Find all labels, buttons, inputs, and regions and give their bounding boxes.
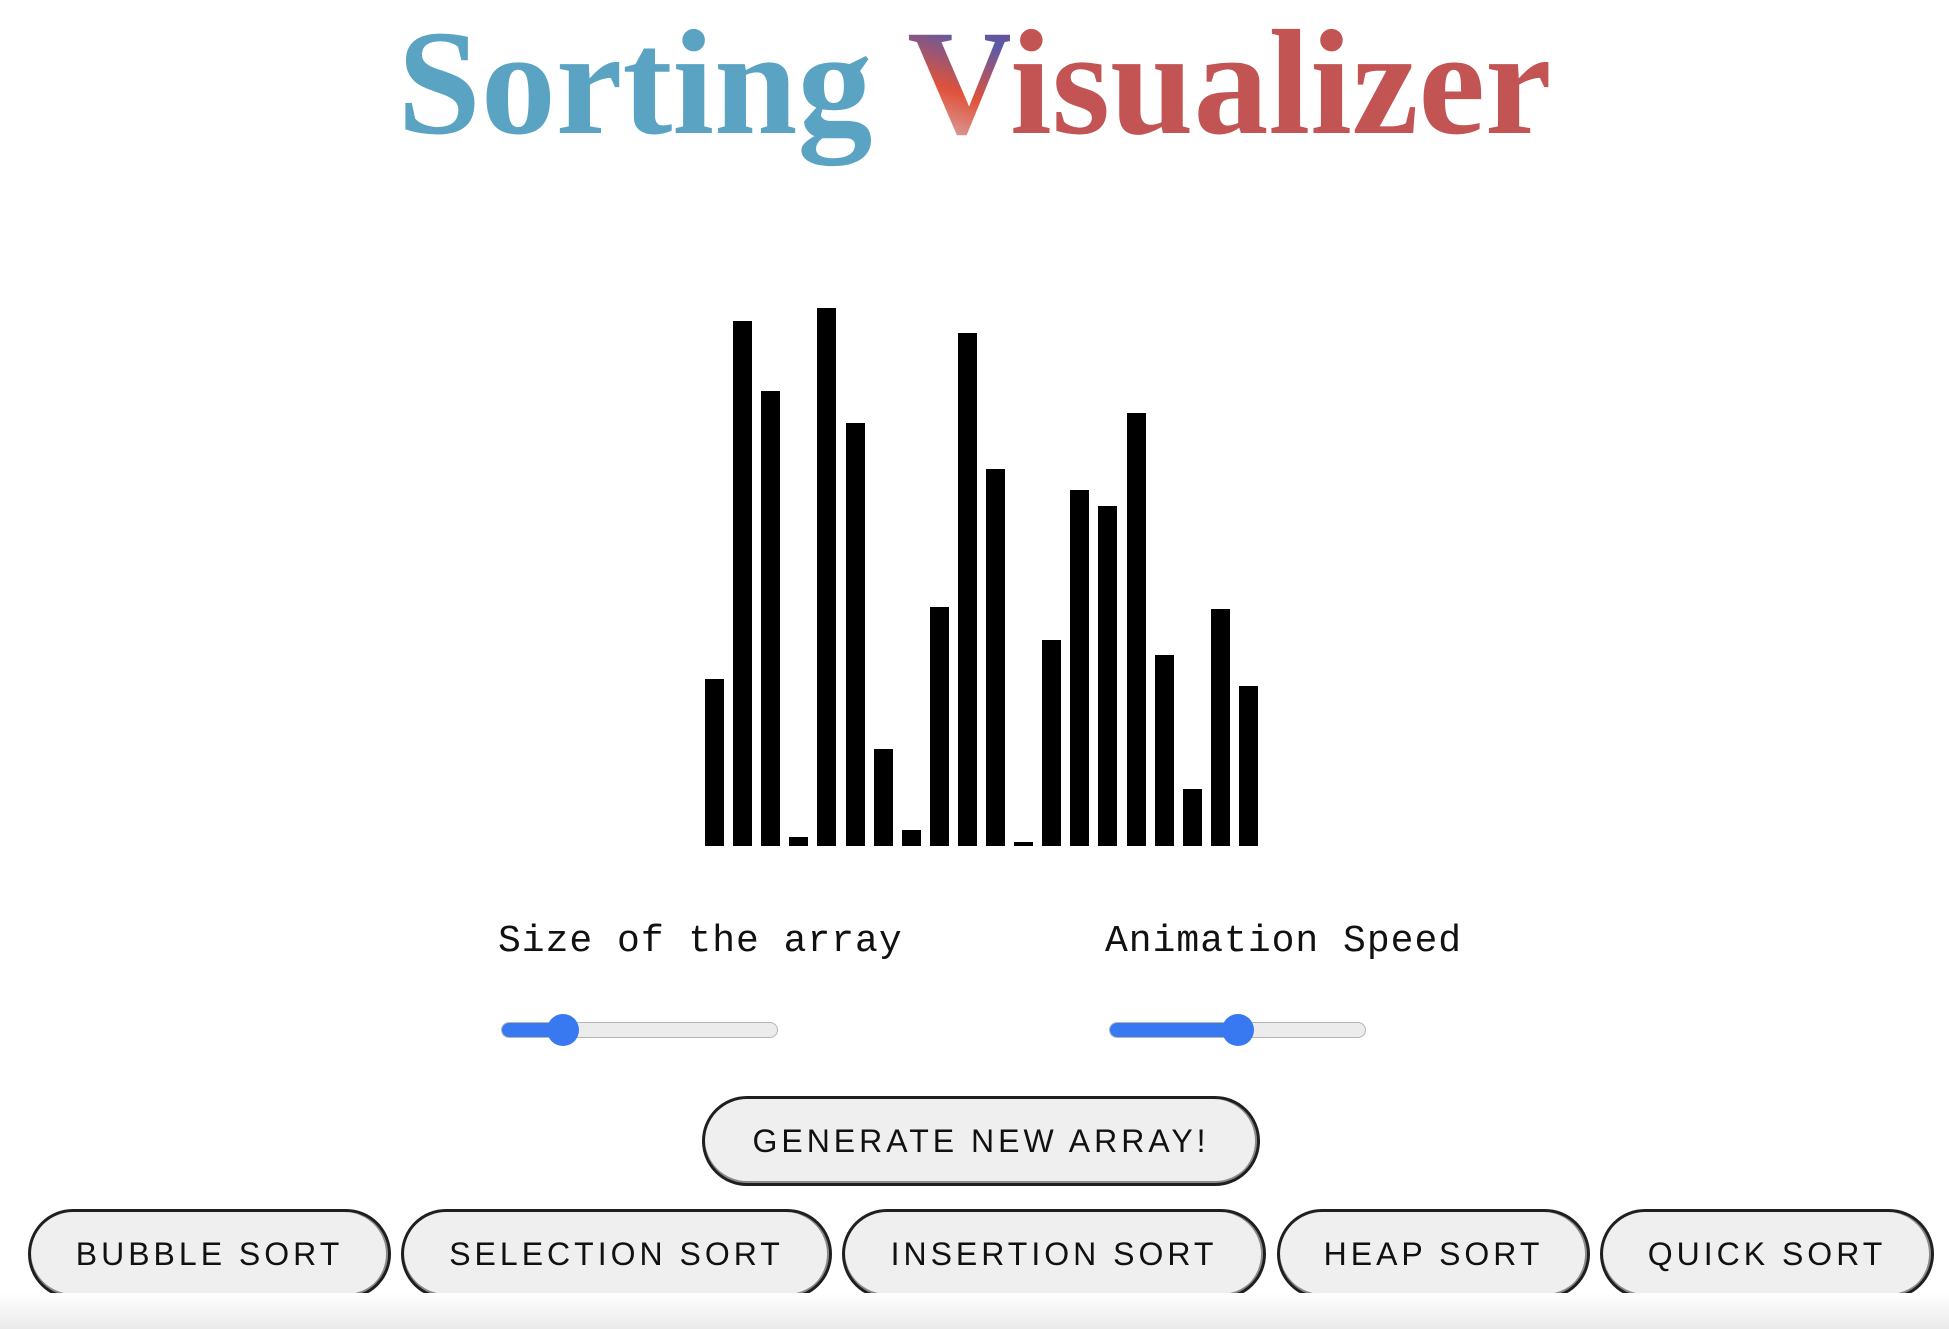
array-bar bbox=[1182, 789, 1202, 846]
array-bar bbox=[705, 679, 724, 846]
array-size-label: Size of the array bbox=[498, 920, 903, 963]
array-bar bbox=[845, 423, 865, 846]
array-bar bbox=[1042, 640, 1062, 846]
array-bar bbox=[929, 607, 949, 846]
array-bar bbox=[986, 469, 1005, 846]
array-size-slider-thumb[interactable] bbox=[546, 1014, 579, 1046]
heap-sort-button[interactable]: HEAP SORT bbox=[1277, 1209, 1590, 1299]
title-word-sorting: Sorting bbox=[397, 0, 873, 166]
animation-speed-slider-fill bbox=[1110, 1023, 1238, 1037]
animation-speed-slider[interactable] bbox=[1109, 1014, 1366, 1046]
array-bar bbox=[789, 837, 809, 846]
array-bar bbox=[761, 391, 781, 846]
selection-sort-button[interactable]: SELECTION SORT bbox=[401, 1209, 832, 1299]
bubble-sort-button[interactable]: BUBBLE SORT bbox=[28, 1209, 391, 1299]
array-bar bbox=[733, 321, 753, 846]
quick-sort-button[interactable]: QUICK SORT bbox=[1600, 1209, 1934, 1299]
array-bar bbox=[1210, 609, 1230, 846]
array-bar bbox=[873, 749, 893, 846]
array-bar bbox=[1014, 842, 1034, 846]
array-bar bbox=[957, 333, 977, 846]
array-bar bbox=[1070, 490, 1090, 846]
array-bar bbox=[1154, 655, 1174, 846]
array-bar bbox=[1126, 413, 1146, 846]
array-bar bbox=[1238, 686, 1258, 846]
array-size-slider[interactable] bbox=[501, 1014, 778, 1046]
array-bar bbox=[901, 830, 921, 846]
title-word-isualizer: isualizer bbox=[1010, 0, 1552, 166]
animation-speed-slider-thumb[interactable] bbox=[1221, 1014, 1254, 1046]
animation-speed-label: Animation Speed bbox=[1105, 920, 1463, 963]
title-letter-v: V bbox=[907, 0, 1011, 166]
array-bar bbox=[1098, 506, 1118, 846]
page-title: Sorting Visualizer bbox=[0, 0, 1949, 178]
generate-new-array-button[interactable]: GENERATE NEW ARRAY! bbox=[702, 1096, 1260, 1186]
insertion-sort-button[interactable]: INSERTION SORT bbox=[842, 1209, 1266, 1299]
array-bar bbox=[817, 308, 837, 846]
